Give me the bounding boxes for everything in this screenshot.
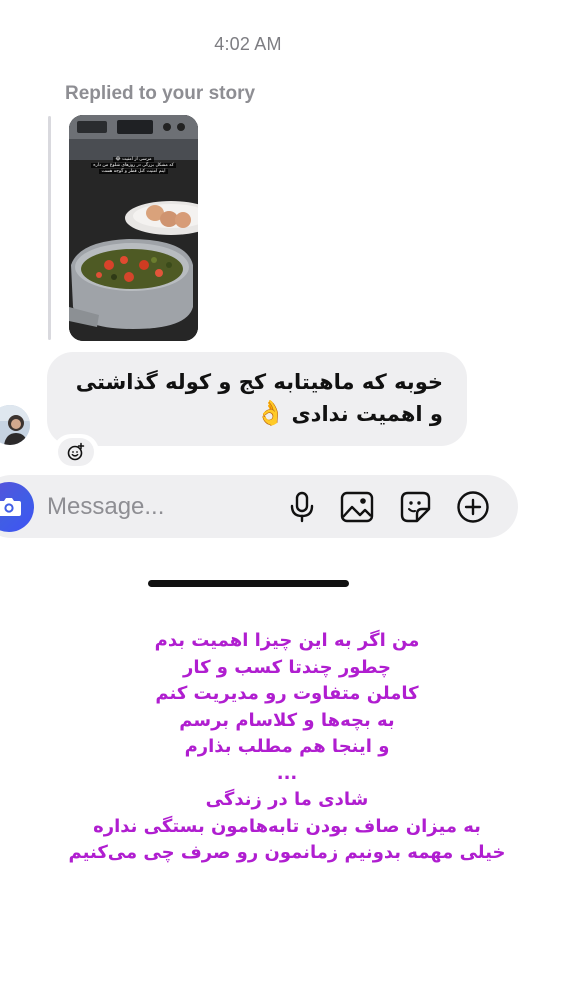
home-indicator[interactable] bbox=[148, 580, 349, 587]
camera-icon bbox=[0, 498, 21, 516]
gallery-button[interactable] bbox=[339, 489, 375, 525]
story-overlay-text: مرسی از امنیت 😂 که مشکل بزرگی در روزهای … bbox=[81, 157, 186, 175]
caption-line: به بچه‌ها و کلاسام برسم bbox=[179, 709, 395, 731]
message-input[interactable] bbox=[47, 491, 267, 523]
reply-quote-bar bbox=[48, 116, 51, 340]
caption-line: خیلی مهمه بدونیم زمانمون رو صرف چی می‌کن… bbox=[68, 842, 506, 863]
sticker-icon bbox=[400, 491, 431, 523]
sender-avatar[interactable] bbox=[0, 405, 30, 445]
caption-line: ... bbox=[276, 762, 298, 784]
message-text-line-1: خوبه که ماهیتابه کج و کوله گذاشتی bbox=[75, 370, 443, 394]
caption-line: شادی ما در زندگی bbox=[205, 789, 369, 810]
received-message-bubble[interactable]: خوبه که ماهیتابه کج و کوله گذاشتی و اهمی… bbox=[47, 352, 467, 446]
avatar-image bbox=[0, 405, 30, 445]
message-text-line-2-text: و اهمیت ندادی bbox=[291, 402, 443, 426]
caption-line: به میزان صاف بودن تابه‌هامون بستگی نداره bbox=[93, 815, 481, 837]
voice-message-button[interactable] bbox=[284, 489, 320, 525]
message-text-line-2: و اهمیت ندادی👌 bbox=[65, 398, 443, 430]
add-reaction-button[interactable] bbox=[56, 437, 96, 467]
story-text-line: اینم امنیت کنل قطر و گوجه هست bbox=[99, 169, 168, 174]
overlay-caption: من اگر به این چیزا اهمیت بدم چطور چندتا … bbox=[40, 628, 534, 867]
dm-screen: 4:02 AM Replied to your story مرسی از ام… bbox=[0, 0, 563, 1000]
plus-icon bbox=[457, 491, 489, 523]
replied-to-story-label: Replied to your story bbox=[65, 83, 256, 104]
story-image bbox=[69, 115, 198, 341]
more-options-button[interactable] bbox=[455, 489, 491, 525]
caption-line: کاملن متفاوت رو مدیریت کنم bbox=[155, 683, 419, 704]
story-thumbnail[interactable]: مرسی از امنیت 😂 که مشکل بزرگی در روزهای … bbox=[69, 115, 198, 341]
add-reaction-icon bbox=[67, 442, 85, 461]
message-timestamp: 4:02 AM bbox=[214, 34, 282, 54]
gallery-icon bbox=[340, 491, 374, 523]
story-text-line: مرسی از امنیت 😂 bbox=[113, 157, 154, 162]
caption-line: و اینجا هم مطلب بذارم bbox=[184, 736, 390, 757]
sticker-button[interactable] bbox=[397, 489, 433, 525]
microphone-icon bbox=[290, 491, 314, 523]
caption-line: چطور چندتا کسب و کار bbox=[182, 656, 392, 678]
story-text-line: که مشکل بزرگی در روزهای شلوغ من داره bbox=[91, 163, 176, 168]
ok-hand-emoji: 👌 bbox=[255, 399, 286, 427]
caption-line: من اگر به این چیزا اهمیت بدم bbox=[154, 630, 420, 651]
